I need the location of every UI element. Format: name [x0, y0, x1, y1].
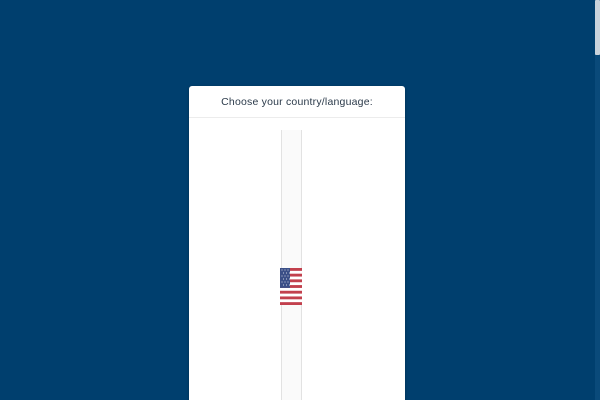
scrollbar-thumb[interactable] [595, 0, 600, 55]
us-flag-icon [280, 268, 302, 305]
page-scrollbar[interactable] [595, 0, 600, 400]
country-list[interactable] [280, 130, 302, 400]
page-background: Choose your country/language: [0, 0, 600, 400]
country-item-united-states[interactable] [280, 268, 302, 305]
dialog-title: Choose your country/language: [221, 95, 373, 108]
country-language-dialog: Choose your country/language: [189, 86, 405, 400]
dialog-header: Choose your country/language: [189, 86, 405, 118]
